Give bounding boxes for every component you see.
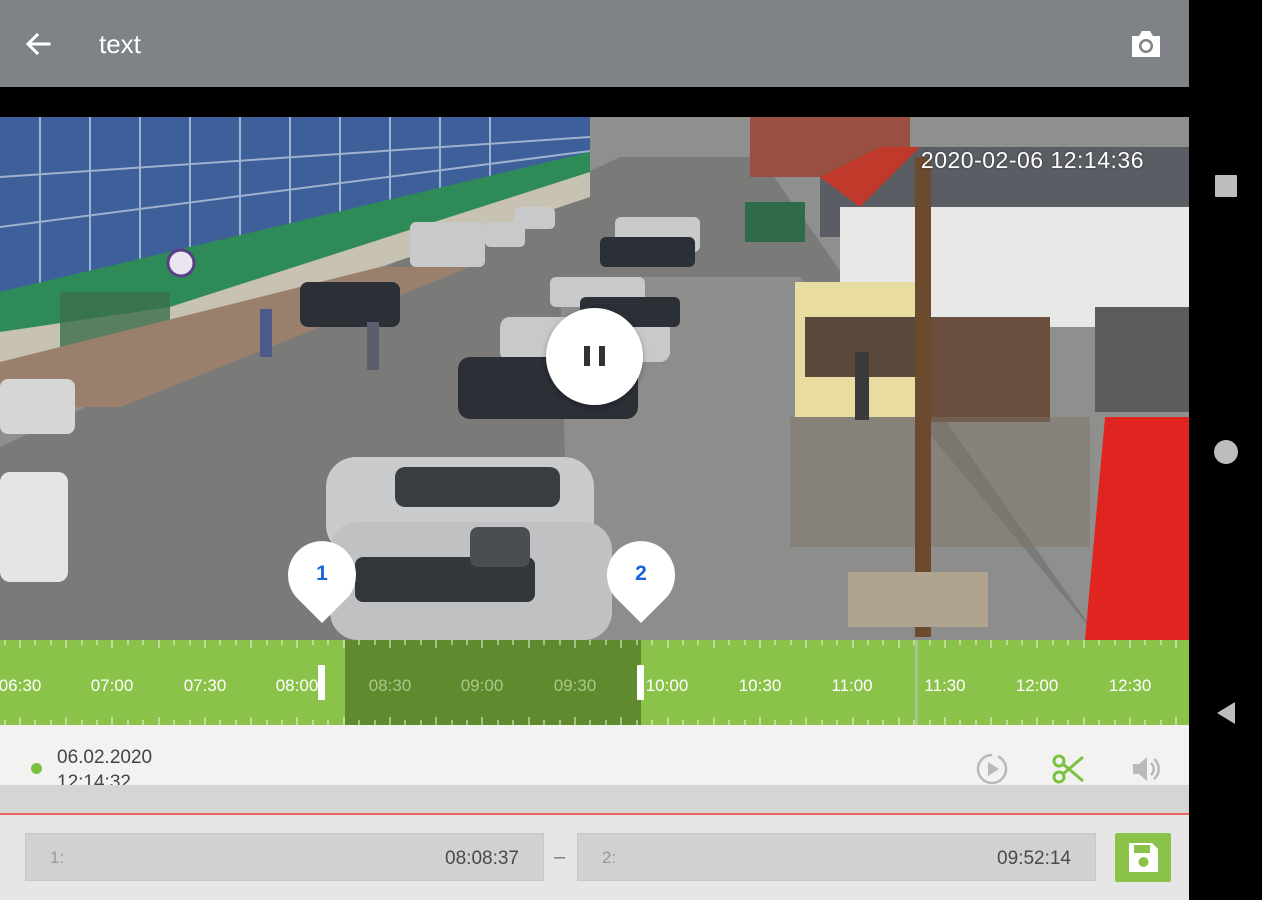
camera-icon — [1132, 31, 1160, 57]
range-start-value: 08:08:37 — [445, 848, 519, 869]
page-title: text — [99, 29, 141, 59]
range-end-label: 2: — [602, 848, 617, 867]
top-app-bar: text — [0, 0, 1189, 87]
start-marker[interactable]: 1 — [288, 541, 356, 623]
cut-button[interactable] — [1051, 751, 1087, 787]
end-marker[interactable]: 2 — [607, 541, 675, 623]
start-marker-label: 1 — [316, 562, 328, 585]
system-nav-bar — [1189, 0, 1262, 900]
end-marker-label: 2 — [635, 562, 647, 585]
clip-range-bar: 1: 08:08:37 – 2: 09:52:14 — [0, 815, 1189, 900]
timeline-scrubber[interactable]: 06:30 07:00 07:30 08:00 08:30 09:00 09:3… — [0, 640, 1189, 725]
play-mode-button[interactable] — [974, 751, 1010, 787]
scissors-icon — [1052, 754, 1084, 784]
triangle-back-icon — [1217, 702, 1235, 724]
tick-label: 10:00 — [645, 676, 689, 695]
tick-label: 07:30 — [183, 676, 227, 695]
range-start-label: 1: — [50, 848, 65, 867]
play-circle-icon — [976, 753, 1008, 785]
range-separator: – — [554, 846, 566, 868]
arrow-left-icon — [25, 32, 51, 56]
tick-label: 12:00 — [1015, 676, 1059, 695]
divider-strip — [0, 785, 1189, 815]
current-date: 06.02.2020 — [57, 747, 153, 768]
home-button[interactable] — [1214, 440, 1238, 464]
tick-label: 10:30 — [738, 676, 782, 695]
tick-label: 11:00 — [831, 676, 873, 695]
tick-label: 11:30 — [924, 676, 966, 695]
snapshot-button[interactable] — [1128, 27, 1164, 61]
video-player[interactable]: 2020-02-06 12:14:36 1 2 — [0, 117, 1189, 640]
volume-button[interactable] — [1129, 751, 1165, 787]
volume-icon — [1133, 757, 1160, 781]
app-window: text 2020-02-06 12:14:36 1 2 06:30 07:00… — [0, 0, 1189, 900]
pause-button[interactable] — [546, 308, 643, 405]
playback-info-bar: 06.02.2020 12:14:32 — [0, 725, 1189, 793]
range-end-value: 09:52:14 — [997, 848, 1071, 869]
tick-label: 12:30 — [1108, 676, 1152, 695]
tick-label: 07:00 — [90, 676, 134, 695]
selection-end-handle[interactable] — [637, 665, 644, 700]
range-start-field[interactable]: 1: 08:08:37 — [25, 833, 544, 881]
recording-gap — [915, 640, 918, 725]
status-dot — [31, 763, 42, 774]
tick-label: 06:30 — [0, 676, 42, 695]
tick-label: 09:30 — [553, 676, 597, 695]
back-button[interactable] — [22, 28, 54, 60]
save-clip-button[interactable] — [1115, 833, 1171, 882]
tick-label: 08:30 — [368, 676, 412, 695]
tick-label: 08:00 — [275, 676, 319, 695]
video-timestamp: 2020-02-06 12:14:36 — [920, 147, 1144, 173]
floppy-disk-icon — [1129, 843, 1158, 872]
selection-start-handle[interactable] — [318, 665, 325, 700]
tick-label: 09:00 — [460, 676, 504, 695]
recents-button[interactable] — [1215, 175, 1237, 197]
range-end-field[interactable]: 2: 09:52:14 — [577, 833, 1096, 881]
system-back-button[interactable] — [1213, 700, 1239, 726]
